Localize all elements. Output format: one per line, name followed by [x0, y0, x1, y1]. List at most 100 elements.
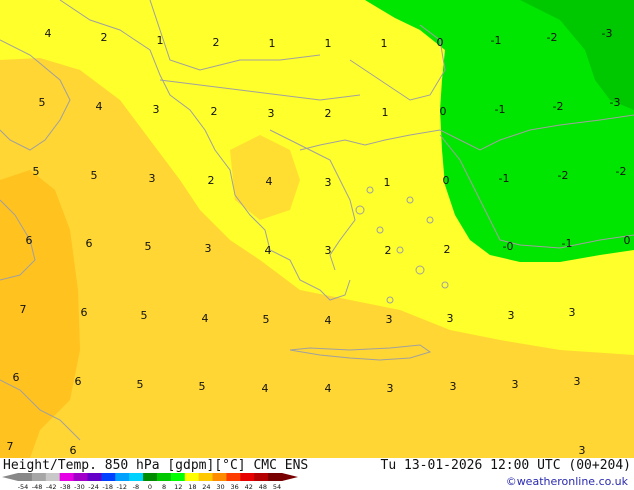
contour-value-label: 7 — [7, 440, 14, 453]
forecast-datetime: Tu 13-01-2026 12:00 UTC (00+204) — [380, 458, 631, 473]
colorbar-swatch — [212, 473, 227, 481]
contour-value-label: 5 — [33, 165, 40, 178]
colorbar-swatch — [18, 473, 33, 481]
contour-value-label: 4 — [262, 382, 269, 395]
contour-value-label: 1 — [269, 37, 276, 50]
contour-value-label: -1 — [495, 103, 506, 116]
contour-value-label: 2 — [213, 36, 220, 49]
contour-value-label: 5 — [39, 96, 46, 109]
colorbar-swatch — [170, 473, 186, 481]
colorbar-tick-label: 8 — [162, 483, 166, 490]
colorbar-tick-label: -24 — [88, 483, 99, 490]
contour-value-label: 4 — [202, 312, 209, 325]
contour-value-label: 5 — [199, 380, 206, 393]
contour-value-label: 2 — [211, 105, 218, 118]
colorbar-tick-label: 42 — [245, 483, 253, 490]
colorbar-tick-label: -54 — [18, 483, 29, 490]
contour-value-label: 4 — [325, 382, 332, 395]
colorbar-swatch — [129, 473, 144, 481]
map-footer: Height/Temp. 850 hPa [gdpm][°C] CMC ENS … — [0, 458, 634, 490]
contour-value-label: 5 — [137, 378, 144, 391]
colorbar-tick-label: 54 — [273, 483, 281, 490]
contour-value-label: 2 — [208, 174, 215, 187]
contour-value-label: -2 — [553, 100, 564, 113]
contour-value-label: 4 — [45, 27, 52, 40]
colorbar-tick-label: -42 — [46, 483, 57, 490]
contour-value-label: -0 — [503, 240, 514, 253]
colorbar-swatch — [31, 473, 47, 481]
contour-value-label: -1 — [491, 34, 502, 47]
contour-value-label: 4 — [265, 244, 272, 257]
contour-value-label: 3 — [450, 380, 457, 393]
contour-value-label: 3 — [569, 306, 576, 319]
colorbar-swatch — [226, 473, 241, 481]
colorbar-tick-label: -48 — [32, 483, 43, 490]
map-title: Height/Temp. 850 hPa [gdpm][°C] CMC ENS — [3, 458, 309, 473]
colorbar-tick-label: 0 — [148, 483, 152, 490]
colorbar-swatch — [101, 473, 116, 481]
contour-value-label: 3 — [153, 103, 160, 116]
contour-value-label: 3 — [325, 244, 332, 257]
contour-value-label: 1 — [384, 176, 391, 189]
colorbar-swatch — [254, 473, 269, 481]
contour-value-label: 0 — [440, 105, 447, 118]
colorbar-tick-label: 24 — [202, 483, 210, 490]
contour-value-label: 6 — [13, 371, 20, 384]
weather-map: 4 2 1 2 1 1 1 0 -1 -2 -3 5 4 3 2 3 2 1 0 -1 -2 -3 5 5 3 2 4 3 1 0 -1 -2… — [0, 0, 634, 458]
colorbar-tick-label: 12 — [174, 483, 182, 490]
contour-value-label: 0 — [437, 36, 444, 49]
colorbar-tick-label: 48 — [259, 483, 267, 490]
contour-value-label: 3 — [205, 242, 212, 255]
contour-value-label: -3 — [610, 96, 621, 109]
contour-value-label: 6 — [81, 306, 88, 319]
contour-value-label: 7 — [20, 303, 27, 316]
contour-value-label: 3 — [325, 176, 332, 189]
colorbar-tick-label: 18 — [188, 483, 196, 490]
colorbar-swatch — [45, 473, 61, 481]
contour-value-label: 3 — [512, 378, 519, 391]
colorbar-arrow-right — [282, 473, 298, 481]
contour-value-label: 6 — [70, 444, 77, 457]
colorbar-tick-label: -12 — [116, 483, 127, 490]
contour-value-label: 2 — [101, 31, 108, 44]
contour-value-label: 4 — [266, 175, 273, 188]
contour-value-label: 0 — [443, 174, 450, 187]
contour-value-label: 5 — [263, 313, 270, 326]
contour-value-label: -2 — [616, 165, 627, 178]
contour-value-label: 5 — [145, 240, 152, 253]
contour-value-label: 4 — [96, 100, 103, 113]
colorbar-swatch — [198, 473, 214, 481]
colorbar-swatch — [240, 473, 255, 481]
contour-value-label: 2 — [325, 107, 332, 120]
contour-value-label: 2 — [444, 243, 451, 256]
colorbar-swatch — [87, 473, 102, 481]
contour-value-label: 5 — [141, 309, 148, 322]
colorbar-legend: -54 -48 -42 -38 -30 -24 -18 -12 -8 0 8 12 18 24 30 36 42… — [2, 473, 298, 490]
contour-value-label: 3 — [579, 444, 586, 457]
colorbar-swatch — [59, 473, 75, 481]
contour-value-label: 1 — [381, 37, 388, 50]
credit-link[interactable]: ©weatheronline.co.uk — [506, 475, 628, 488]
contour-value-label: 3 — [574, 375, 581, 388]
contour-value-label: 0 — [624, 234, 631, 247]
contour-value-label: 6 — [26, 234, 33, 247]
contour-value-label: 3 — [508, 309, 515, 322]
colorbar-tick-label: -18 — [102, 483, 113, 490]
colorbar-arrow-left — [2, 473, 18, 481]
contour-value-label: 4 — [325, 314, 332, 327]
colorbar-swatch — [115, 473, 130, 481]
colorbar-swatch — [73, 473, 88, 481]
colorbar-tick-label: -38 — [60, 483, 71, 490]
contour-value-label: -2 — [558, 169, 569, 182]
colorbar-tick-label: 36 — [231, 483, 239, 490]
contour-value-label: -3 — [602, 27, 613, 40]
contour-value-label: 6 — [86, 237, 93, 250]
colorbar-swatch — [143, 473, 158, 481]
contour-value-label: 1 — [157, 34, 164, 47]
contour-value-label: 3 — [386, 313, 393, 326]
contour-value-label: 6 — [75, 375, 82, 388]
colorbar-tick-label: 30 — [216, 483, 224, 490]
contour-value-label: 3 — [149, 172, 156, 185]
contour-value-label: 1 — [382, 106, 389, 119]
contour-value-label: 5 — [91, 169, 98, 182]
